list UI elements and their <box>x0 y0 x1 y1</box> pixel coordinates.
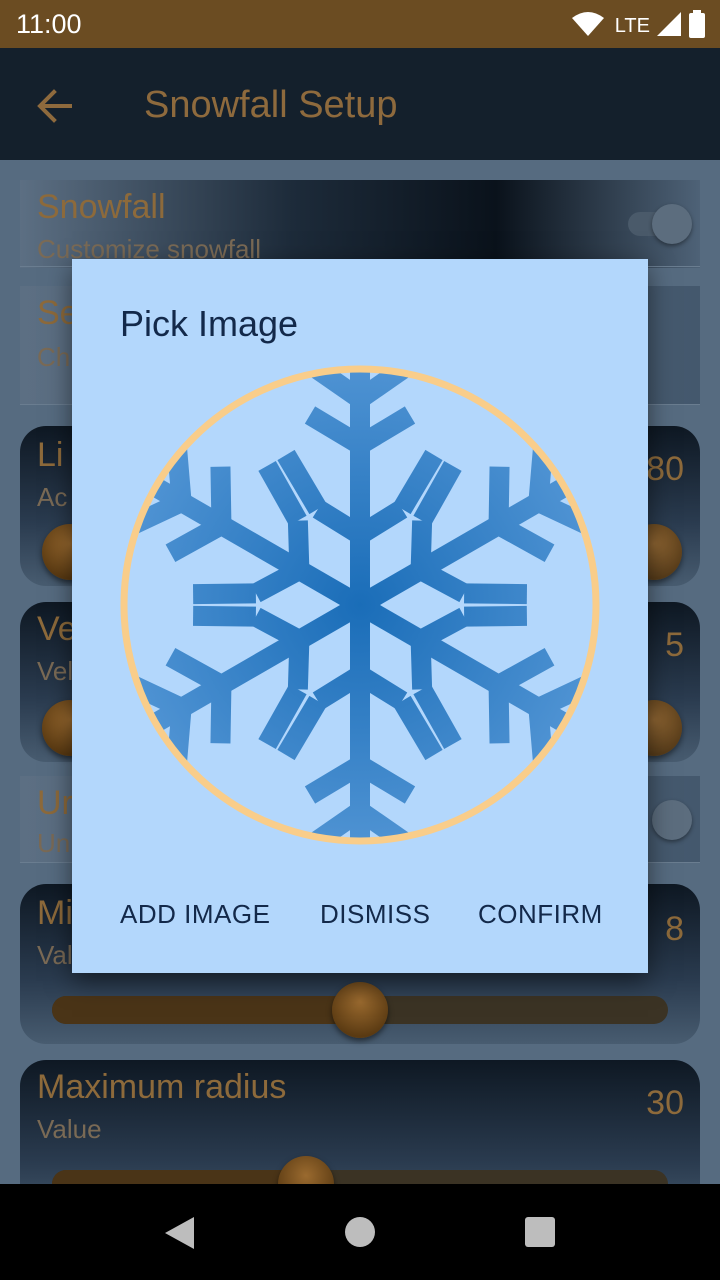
status-icons: LTE <box>571 10 706 43</box>
setting-subtitle: Val <box>37 940 73 970</box>
setting-max-radius[interactable]: Maximum radius Value 30 <box>20 1060 700 1184</box>
setting-title: Snowfall <box>37 188 166 226</box>
setting-value: 5 <box>665 626 684 664</box>
setting-value: 30 <box>646 1084 684 1122</box>
setting-snowfall[interactable]: Snowfall Customize snowfall <box>20 180 700 268</box>
network-label: LTE <box>614 15 650 37</box>
status-time: 11:00 <box>16 9 82 39</box>
setting-title: Li <box>37 436 64 474</box>
snowfall-switch-thumb <box>652 204 692 244</box>
confirm-button[interactable]: CONFIRM <box>478 899 603 930</box>
uniform-switch-thumb[interactable] <box>652 800 692 840</box>
setting-subtitle: Vel <box>37 656 74 686</box>
nav-back-icon[interactable] <box>164 1216 196 1255</box>
add-image-button[interactable]: ADD IMAGE <box>120 899 270 930</box>
navigation-bar <box>0 1184 720 1280</box>
setting-title: Ur <box>37 784 73 822</box>
status-bar: 11:00 LTE <box>0 0 720 48</box>
setting-title: Mi <box>37 894 73 932</box>
nav-home-icon[interactable] <box>345 1217 375 1252</box>
wifi-icon <box>571 11 605 42</box>
snowflake-icon <box>120 365 600 845</box>
setting-value: 8 <box>665 910 684 948</box>
setting-subtitle: Ch <box>37 342 71 372</box>
battery-icon <box>688 10 706 43</box>
arrow-back-icon[interactable] <box>34 86 74 126</box>
nav-recents-icon[interactable] <box>525 1217 555 1247</box>
app-bar: Snowfall Setup <box>0 48 720 160</box>
dialog-actions: ADD IMAGE DISMISS CONFIRM <box>72 899 648 939</box>
setting-title: Maximum radius <box>37 1068 287 1106</box>
pick-image-dialog: Pick Image ADD IMAGE DISMISS CONFIRM <box>72 259 648 973</box>
setting-subtitle: Ac <box>37 482 68 512</box>
min-radius-slider-fill <box>52 996 352 1024</box>
signal-icon <box>656 11 682 42</box>
page-title: Snowfall Setup <box>144 84 398 126</box>
setting-value: 80 <box>646 450 684 488</box>
setting-title: Ve <box>37 610 77 648</box>
max-radius-slider-thumb[interactable] <box>278 1156 334 1184</box>
dialog-title: Pick Image <box>120 303 299 344</box>
max-radius-slider[interactable] <box>52 1170 668 1184</box>
min-radius-slider-thumb[interactable] <box>332 982 388 1038</box>
setting-subtitle: Uni <box>37 828 77 858</box>
max-radius-slider-fill <box>52 1170 302 1184</box>
image-preview[interactable] <box>120 365 600 845</box>
setting-subtitle: Value <box>37 1114 102 1144</box>
dismiss-button[interactable]: DISMISS <box>320 899 430 930</box>
